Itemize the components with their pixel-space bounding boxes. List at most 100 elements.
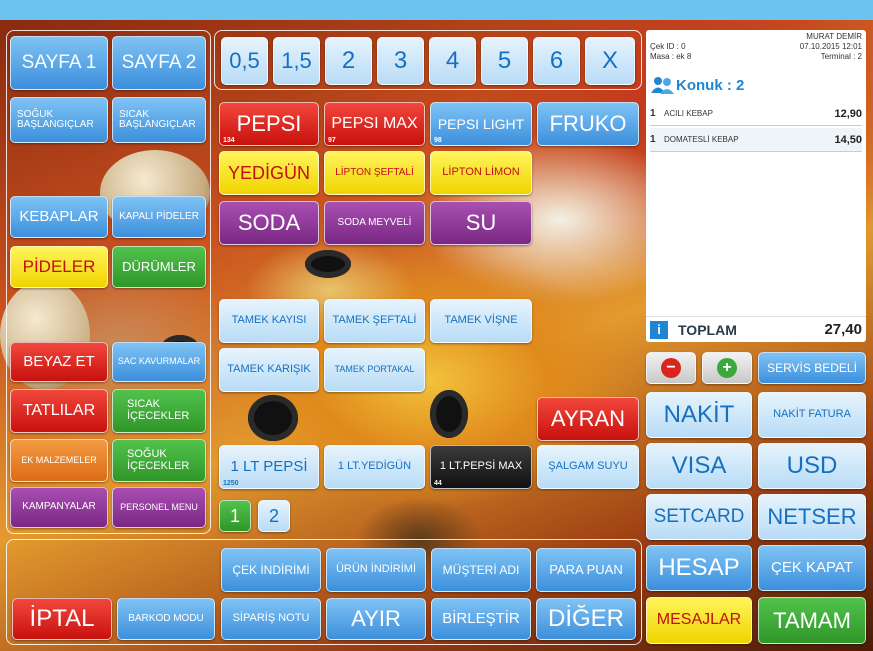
category-button[interactable]: KAPALI PİDELER <box>112 196 206 238</box>
category-button[interactable]: SICAK BAŞLANGIÇLAR <box>112 97 206 143</box>
cash-invoice-button[interactable]: NAKİT FATURA <box>758 392 866 438</box>
total-row: i TOPLAM 27,40 <box>646 316 866 342</box>
receipt-panel: Çek ID : 0 Masa : ek 8 MURAT DEMİR 07.10… <box>646 30 866 342</box>
quantity-button[interactable]: 0,5 <box>221 37 268 85</box>
netser-button[interactable]: NETSER <box>758 494 866 540</box>
product-button[interactable]: PEPSI MAX 97 <box>324 102 425 146</box>
check-discount-button[interactable]: ÇEK İNDİRİMİ <box>221 548 321 592</box>
product-button[interactable]: SODA <box>219 201 319 245</box>
quantity-button[interactable]: 1,5 <box>273 37 320 85</box>
points-button[interactable]: PARA PUAN <box>536 548 636 592</box>
category-button[interactable]: DÜRÜMLER <box>112 246 206 288</box>
olive-decor <box>248 395 298 441</box>
quantity-button[interactable]: 5 <box>481 37 528 85</box>
item-name: DOMATESLİ KEBAP <box>664 135 739 144</box>
olive-decor <box>430 390 468 438</box>
messages-button[interactable]: MESAJLAR <box>646 597 752 644</box>
setcard-button[interactable]: SETCARD <box>646 494 752 540</box>
merge-button[interactable]: BİRLEŞTİR <box>431 598 531 640</box>
cash-button[interactable]: NAKİT <box>646 392 752 438</box>
receipt-item[interactable]: 1 ACILI KEBAP 12,90 <box>650 102 862 126</box>
minus-icon: − <box>661 358 681 378</box>
cancel-button[interactable]: İPTAL <box>12 598 112 640</box>
category-button[interactable]: EK MALZEMELER <box>10 439 108 482</box>
product-button[interactable]: SU <box>430 201 532 245</box>
item-qty: 1 <box>650 108 656 119</box>
quantity-button[interactable]: 2 <box>325 37 372 85</box>
category-button[interactable]: PERSONEL MENU <box>112 487 206 528</box>
guest-count[interactable]: Konuk : 2 <box>650 76 744 94</box>
product-label: PEPSI MAX <box>331 114 418 132</box>
product-label: PEPSI <box>236 111 302 137</box>
check-id: Çek ID : 0 <box>650 42 686 51</box>
quantity-clear-button[interactable]: X <box>585 37 635 85</box>
product-label: 1 LT PEPSİ <box>230 458 308 476</box>
decrease-button[interactable]: − <box>646 352 696 384</box>
product-button[interactable]: PEPSI 134 <box>219 102 319 146</box>
visa-button[interactable]: VISA <box>646 443 752 489</box>
barcode-mode-button[interactable]: BARKOD MODU <box>117 598 215 640</box>
category-button[interactable]: SOĞUK BAŞLANGIÇLAR <box>10 97 108 143</box>
product-button[interactable]: 1 LT.PEPSİ MAX 44 <box>430 445 532 489</box>
category-button[interactable]: KEBAPLAR <box>10 196 108 238</box>
usd-button[interactable]: USD <box>758 443 866 489</box>
category-button[interactable]: SAC KAVURMALAR <box>112 342 206 382</box>
product-discount-button[interactable]: ÜRÜN İNDİRİMİ <box>326 548 426 592</box>
page-button-2[interactable]: 2 <box>258 500 290 532</box>
stock-badge: 97 <box>328 136 336 144</box>
category-button[interactable]: SAYFA 1 <box>10 36 108 90</box>
product-button[interactable]: TAMEK KAYISI <box>219 299 319 343</box>
quantity-button[interactable]: 6 <box>533 37 580 85</box>
product-button[interactable]: TAMEK ŞEFTALİ <box>324 299 425 343</box>
close-check-button[interactable]: ÇEK KAPAT <box>758 545 866 591</box>
waiter-name: MURAT DEMİR <box>806 32 862 41</box>
product-button[interactable]: PEPSI LIGHT 98 <box>430 102 532 146</box>
stock-badge: 134 <box>223 136 235 144</box>
stock-badge: 44 <box>434 479 442 487</box>
product-button[interactable]: AYRAN <box>537 397 639 441</box>
order-note-button[interactable]: SİPARİŞ NOTU <box>221 598 321 640</box>
product-button[interactable]: TAMEK VİŞNE <box>430 299 532 343</box>
other-button[interactable]: DİĞER <box>536 598 636 640</box>
product-button[interactable]: YEDİGÜN <box>219 151 319 195</box>
guest-count-label: Konuk : 2 <box>676 76 745 94</box>
category-button[interactable]: SICAK İÇECEKLER <box>112 389 206 433</box>
item-price: 12,90 <box>834 107 862 120</box>
product-button[interactable]: LİPTON ŞEFTALİ <box>324 151 425 195</box>
stock-badge: 98 <box>434 136 442 144</box>
product-label: PEPSI LIGHT <box>437 115 525 132</box>
product-button[interactable]: LİPTON LİMON <box>430 151 532 195</box>
bill-button[interactable]: HESAP <box>646 545 752 591</box>
product-button[interactable]: TAMEK PORTAKAL <box>324 348 425 392</box>
stock-badge: 1250 <box>223 479 239 487</box>
product-label: FRUKO <box>549 111 627 137</box>
quantity-button[interactable]: 4 <box>429 37 476 85</box>
category-button[interactable]: BEYAZ ET <box>10 342 108 382</box>
ok-button[interactable]: TAMAM <box>758 597 866 644</box>
category-button[interactable]: TATLILAR <box>10 389 108 433</box>
product-button[interactable]: 1 LT.YEDİGÜN <box>324 445 425 489</box>
product-button[interactable]: SODA MEYVELİ <box>324 201 425 245</box>
category-button[interactable]: SOĞUK İÇECEKLER <box>112 439 206 482</box>
product-label: 1 LT.PEPSİ MAX <box>439 460 523 473</box>
page-button-1[interactable]: 1 <box>219 500 251 532</box>
total-amount: 27,40 <box>824 321 862 338</box>
increase-button[interactable]: + <box>702 352 752 384</box>
receipt-item[interactable]: 1 DOMATESLİ KEBAP 14,50 <box>650 128 862 152</box>
total-label: TOPLAM <box>678 321 737 338</box>
product-button[interactable]: ŞALGAM SUYU <box>537 445 639 489</box>
product-button[interactable]: FRUKO <box>537 102 639 146</box>
item-name: ACILI KEBAP <box>664 109 713 118</box>
category-button[interactable]: SAYFA 2 <box>112 36 206 90</box>
service-fee-button[interactable]: SERVİS BEDELİ <box>758 352 866 384</box>
info-icon[interactable]: i <box>650 320 668 339</box>
item-qty: 1 <box>650 134 656 145</box>
category-button[interactable]: PİDELER <box>10 246 108 288</box>
product-button[interactable]: TAMEK KARIŞIK <box>219 348 319 392</box>
customer-name-button[interactable]: MÜŞTERİ ADI <box>431 548 531 592</box>
quantity-button[interactable]: 3 <box>377 37 424 85</box>
item-price: 14,50 <box>834 133 862 146</box>
split-button[interactable]: AYIR <box>326 598 426 640</box>
product-button[interactable]: 1 LT PEPSİ 1250 <box>219 445 319 489</box>
category-button[interactable]: KAMPANYALAR <box>10 487 108 528</box>
